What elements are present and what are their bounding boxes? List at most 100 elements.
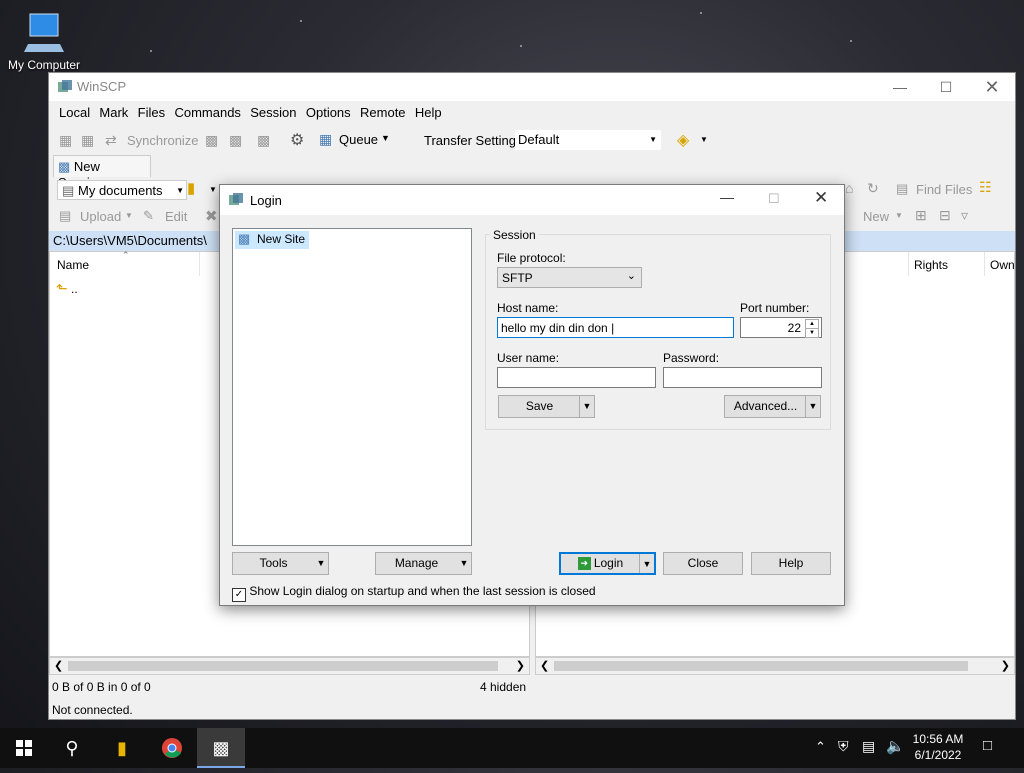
chevron-down-icon: ▼ bbox=[649, 135, 657, 144]
status-bar-selection: 0 B of 0 B in 0 of 0 4 hidden bbox=[49, 677, 1015, 697]
list-item[interactable]: ⬑ .. bbox=[56, 280, 78, 298]
synchronize-button[interactable]: Synchronize bbox=[127, 133, 199, 148]
desktop-my-computer[interactable]: My Computer bbox=[4, 8, 80, 72]
minimize-button[interactable]: — bbox=[877, 73, 923, 101]
volume-icon[interactable]: 🔈 bbox=[886, 737, 905, 755]
host-name-label: Host name: bbox=[497, 301, 559, 315]
find-files-button[interactable]: Find Files bbox=[916, 182, 972, 197]
parent-directory-icon: ⬑ bbox=[56, 280, 68, 296]
transfer-profile-icon[interactable]: ◈ bbox=[677, 130, 689, 150]
system-clock[interactable]: 10:56 AM 6/1/2022 bbox=[908, 731, 968, 763]
open-folder-icon[interactable]: ▮ bbox=[187, 179, 195, 197]
show-hidden-icons-icon[interactable]: ⌃ bbox=[815, 739, 826, 755]
login-titlebar: Login — ☐ ✕ bbox=[220, 185, 844, 215]
site-tree-item-new-site[interactable]: ▩ New Site bbox=[235, 231, 310, 249]
local-directory-select[interactable]: ▤ My documents ▼ bbox=[57, 180, 187, 200]
show-login-dialog-checkbox[interactable]: ✓ bbox=[232, 588, 246, 602]
chevron-down-icon[interactable]: ▼ bbox=[209, 185, 217, 194]
scroll-right-icon[interactable]: ❯ bbox=[516, 659, 525, 672]
edit-button[interactable]: Edit bbox=[165, 209, 187, 224]
remote-horizontal-scrollbar[interactable]: ❮ ❯ bbox=[535, 657, 1015, 675]
status-bar-connection: Not connected. bbox=[52, 703, 133, 717]
save-button[interactable]: Save ▼ bbox=[498, 395, 595, 418]
tools-button[interactable]: Tools ▼ bbox=[232, 552, 329, 575]
maximize-button[interactable]: ☐ bbox=[923, 73, 969, 101]
menu-local[interactable]: Local bbox=[56, 101, 93, 124]
hidden-files-count[interactable]: 4 hidden bbox=[480, 680, 526, 694]
site-tree[interactable]: ▩ New Site bbox=[232, 228, 472, 546]
menu-mark[interactable]: Mark bbox=[96, 101, 131, 124]
tree-icon[interactable]: ☷ bbox=[979, 179, 992, 196]
user-name-label: User name: bbox=[497, 351, 560, 365]
close-button[interactable]: Close bbox=[663, 552, 743, 575]
scroll-left-icon[interactable]: ❮ bbox=[540, 659, 549, 672]
column-header-owner[interactable]: Own bbox=[984, 252, 1015, 276]
scroll-thumb[interactable] bbox=[68, 661, 498, 671]
advanced-button[interactable]: Advanced... ▼ bbox=[724, 395, 821, 418]
file-explorer-icon[interactable]: ▮ bbox=[98, 728, 146, 768]
console-icon[interactable]: ▩ bbox=[205, 132, 218, 149]
document-icon: ▤ bbox=[62, 183, 75, 198]
menu-help[interactable]: Help bbox=[412, 101, 445, 124]
menu-session[interactable]: Session bbox=[247, 101, 299, 124]
properties-icon[interactable]: ⊞ bbox=[915, 207, 927, 224]
menu-options[interactable]: Options bbox=[303, 101, 354, 124]
save-dropdown-icon[interactable]: ▼ bbox=[579, 396, 594, 417]
password-field[interactable] bbox=[663, 367, 822, 388]
chevron-down-icon[interactable]: ▼ bbox=[125, 211, 133, 220]
tab-new-session[interactable]: ▩ New Session bbox=[53, 155, 151, 190]
queue-button[interactable]: Queue bbox=[339, 132, 378, 147]
clock-time: 10:56 AM bbox=[912, 732, 964, 746]
putty-icon[interactable]: ▩ bbox=[229, 132, 242, 149]
notifications-icon[interactable]: □ bbox=[983, 737, 992, 754]
spin-down-icon[interactable]: ▼ bbox=[805, 328, 819, 338]
synchronize-icon: ⇄ bbox=[105, 132, 117, 148]
chevron-down-icon[interactable]: ▼ bbox=[700, 135, 708, 144]
delete-icon[interactable]: ✖ bbox=[205, 207, 218, 225]
home-icon[interactable]: ⌂ bbox=[845, 180, 853, 196]
close-window-button[interactable]: ✕ bbox=[969, 73, 1015, 101]
scroll-left-icon[interactable]: ❮ bbox=[54, 659, 63, 672]
local-horizontal-scrollbar[interactable]: ❮ ❯ bbox=[49, 657, 530, 675]
manage-button[interactable]: Manage ▼ bbox=[375, 552, 472, 575]
user-name-field[interactable] bbox=[497, 367, 656, 388]
host-name-field[interactable]: hello my din din don | bbox=[497, 317, 734, 338]
file-protocol-select[interactable]: SFTP ⌄ bbox=[497, 267, 642, 288]
edit-icon: ✎ bbox=[143, 208, 154, 223]
collapse-icon[interactable]: ⊟ bbox=[939, 207, 951, 224]
security-shield-icon[interactable]: ⛨ bbox=[838, 738, 849, 755]
chrome-icon[interactable] bbox=[148, 728, 196, 768]
compare-icon[interactable]: ▦ bbox=[59, 132, 72, 149]
network-icon[interactable]: ▤ bbox=[862, 738, 875, 755]
transfer-settings-select[interactable]: Default ▼ bbox=[515, 130, 661, 150]
gear-icon[interactable]: ⚙ bbox=[290, 130, 304, 150]
login-dropdown-icon[interactable]: ▼ bbox=[639, 554, 654, 573]
menu-commands[interactable]: Commands bbox=[171, 101, 243, 124]
port-number-stepper[interactable]: 22 ▲ ▼ bbox=[740, 317, 822, 338]
chevron-down-icon[interactable]: ▼ bbox=[895, 211, 903, 220]
new-button[interactable]: New bbox=[863, 209, 889, 224]
refresh-icon[interactable]: ↻ bbox=[867, 180, 879, 197]
chevron-down-icon[interactable]: ▼ bbox=[381, 133, 390, 143]
start-button[interactable] bbox=[0, 728, 48, 768]
scroll-right-icon[interactable]: ❯ bbox=[1001, 659, 1010, 672]
menu-remote[interactable]: Remote bbox=[357, 101, 409, 124]
column-header-name[interactable]: Name ⌃ bbox=[50, 250, 200, 276]
help-button[interactable]: Help bbox=[751, 552, 831, 575]
sync-browse-icon[interactable]: ▦ bbox=[81, 132, 94, 149]
column-header-rights[interactable]: Rights bbox=[908, 252, 962, 276]
menu-files[interactable]: Files bbox=[135, 101, 168, 124]
close-dialog-icon[interactable]: ✕ bbox=[814, 188, 828, 208]
preferences-icon[interactable]: ▩ bbox=[257, 132, 270, 149]
taskbar: ⚲ ▮ ▩ ⌃ ⛨ ▤ 🔈 10:56 AM 6/1/2022 □ bbox=[0, 728, 1024, 768]
login-button[interactable]: ➜ Login ▼ bbox=[559, 552, 656, 575]
filter-icon[interactable]: ▿ bbox=[961, 207, 968, 224]
advanced-dropdown-icon[interactable]: ▼ bbox=[805, 396, 820, 417]
search-icon[interactable]: ⚲ bbox=[48, 728, 96, 768]
scroll-thumb[interactable] bbox=[554, 661, 968, 671]
main-toolbar: ▦ ▦ ⇄ Synchronize ▩ ▩ ▩ ⚙ ▦ Queue ▼ Tran… bbox=[49, 127, 1015, 155]
winscp-taskbar-icon[interactable]: ▩ bbox=[197, 728, 245, 768]
show-login-dialog-option[interactable]: ✓ Show Login dialog on startup and when … bbox=[232, 584, 596, 602]
minimize-button[interactable]: — bbox=[720, 189, 734, 205]
upload-button[interactable]: Upload bbox=[80, 209, 121, 224]
